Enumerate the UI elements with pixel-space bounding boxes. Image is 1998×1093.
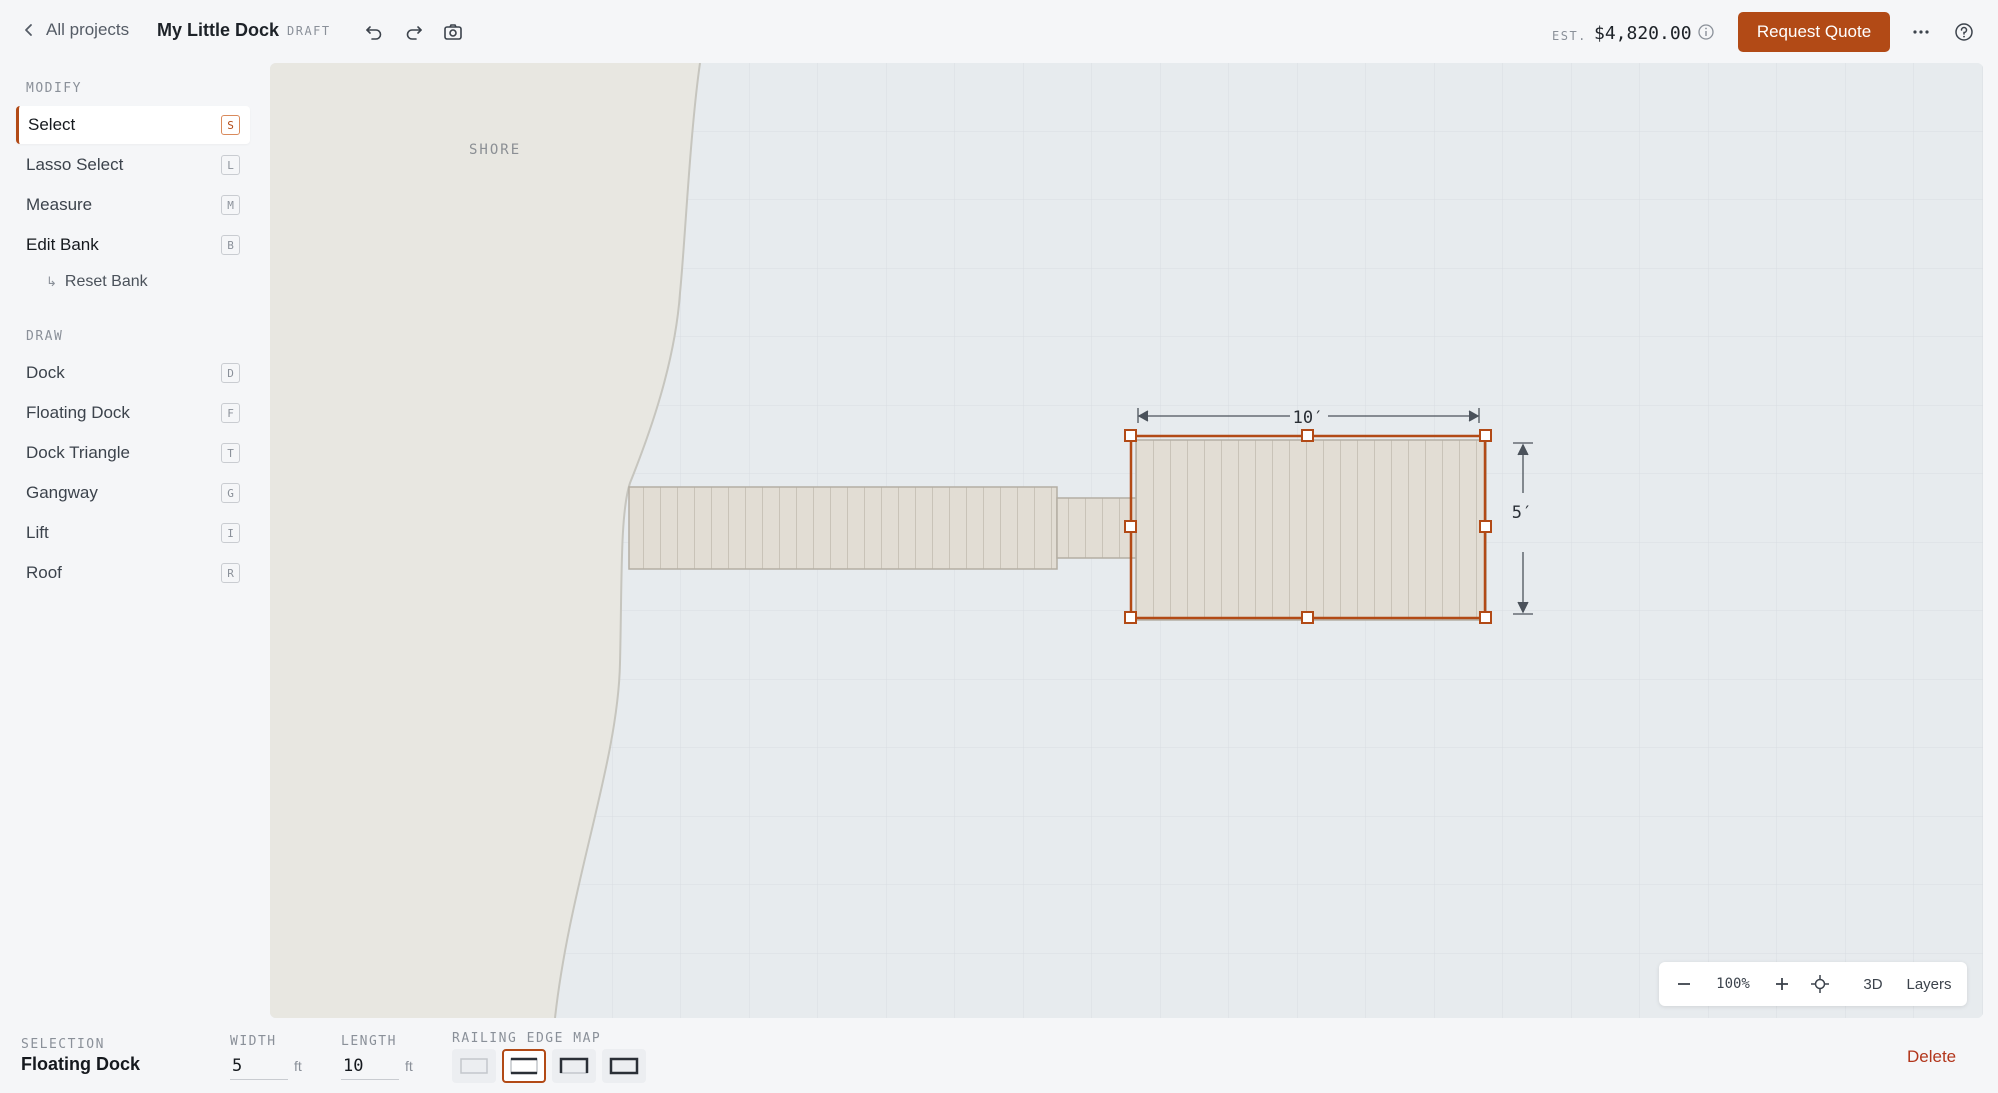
draw-section-label: DRAW (26, 329, 64, 344)
status-badge: DRAFT (287, 24, 331, 38)
tool-lasso-select[interactable]: Lasso Select L (16, 146, 250, 184)
railing-none-icon (460, 1058, 488, 1074)
all-projects-link[interactable]: All projects (22, 20, 129, 40)
railing-top-bottom-button[interactable] (502, 1049, 546, 1083)
width-label: WIDTH (230, 1034, 277, 1049)
resize-handle[interactable] (1301, 611, 1314, 624)
shortcut-key: M (221, 195, 240, 215)
railing-edge-map-label: RAILING EDGE MAP (452, 1031, 602, 1046)
zoom-out-button[interactable] (1669, 962, 1699, 1006)
shore-label: SHORE (469, 142, 522, 158)
minus-icon (1678, 983, 1690, 985)
canvas-drawing[interactable]: 10′ 5′ (270, 63, 1983, 1018)
tool-lift[interactable]: Lift I (16, 514, 250, 552)
tool-label: Floating Dock (26, 403, 130, 422)
railing-top-bottom-icon (510, 1057, 538, 1075)
selection-label: SELECTION (21, 1037, 105, 1052)
length-unit: ft (405, 1058, 413, 1074)
undo-icon (366, 26, 382, 40)
tool-select[interactable]: Select S (16, 106, 250, 144)
railing-three-sides-icon (559, 1057, 589, 1074)
top-bar: All projects My Little Dock DRAFT EST. $… (0, 0, 1998, 63)
more-options-icon[interactable] (1908, 22, 1934, 42)
tool-label: Measure (26, 195, 93, 214)
reset-bank-label: Reset Bank (64, 273, 148, 290)
zoom-in-button[interactable] (1767, 962, 1797, 1006)
resize-handle[interactable] (1301, 429, 1314, 442)
delete-button[interactable]: Delete (1907, 1047, 1956, 1067)
tool-label: Edit Bank (26, 235, 99, 254)
tool-roof[interactable]: Roof R (16, 554, 250, 592)
shortcut-key: G (221, 483, 240, 503)
railing-three-sides-button[interactable] (552, 1049, 596, 1083)
shortcut-key: T (221, 443, 240, 463)
tool-measure[interactable]: Measure M (16, 186, 250, 224)
shortcut-key: F (221, 403, 240, 423)
resize-handle[interactable] (1479, 520, 1492, 533)
tool-label: Lift (26, 523, 49, 542)
shortcut-key: I (221, 523, 240, 543)
tool-edit-bank[interactable]: Edit Bank B (16, 226, 250, 264)
fixed-dock[interactable] (628, 486, 1058, 570)
undo-button[interactable] (362, 20, 386, 44)
resize-handle[interactable] (1479, 429, 1492, 442)
resize-handle[interactable] (1479, 611, 1492, 624)
tool-sidebar: MODIFY Select S Lasso Select L Measure M… (0, 63, 268, 1018)
shortcut-key: B (221, 235, 240, 255)
length-label: LENGTH (341, 1034, 397, 1049)
project-title[interactable]: My Little Dock (157, 20, 279, 41)
tool-label: Gangway (26, 483, 98, 502)
tool-gangway[interactable]: Gangway G (16, 474, 250, 512)
modify-section-label: MODIFY (26, 81, 82, 96)
railing-all-sides-button[interactable] (602, 1049, 646, 1083)
all-projects-label: All projects (46, 20, 130, 39)
width-field[interactable]: 5 (230, 1052, 288, 1080)
railing-none-button[interactable] (452, 1049, 496, 1083)
resize-handle[interactable] (1124, 611, 1137, 624)
height-dimension-label: 5′ (1512, 503, 1532, 523)
resize-handle[interactable] (1124, 520, 1137, 533)
selection-value: Floating Dock (21, 1054, 141, 1074)
shortcut-key: R (221, 563, 240, 583)
estimate-value: $4,820.00 (1594, 23, 1692, 44)
sub-arrow-icon: ↳ (46, 274, 57, 289)
shortcut-key: L (221, 155, 240, 175)
redo-button[interactable] (402, 20, 426, 44)
tool-dock-triangle[interactable]: Dock Triangle T (16, 434, 250, 472)
tool-dock[interactable]: Dock D (16, 354, 250, 392)
shortcut-key: D (221, 363, 240, 383)
camera-icon (444, 24, 462, 40)
tool-label: Roof (26, 563, 62, 582)
plus-icon (1776, 978, 1788, 990)
tool-label: Select (28, 115, 76, 134)
width-unit: ft (294, 1058, 302, 1074)
recenter-button[interactable] (1804, 962, 1836, 1006)
redo-icon (406, 26, 422, 40)
estimate-label: EST. (1552, 29, 1587, 43)
layers-button[interactable]: Layers (1899, 962, 1959, 1006)
chevron-left-icon (25, 24, 32, 36)
shortcut-key: S (221, 115, 240, 135)
resize-handle[interactable] (1124, 429, 1137, 442)
zoom-level[interactable]: 100% (1703, 962, 1763, 1006)
length-field[interactable]: 10 (341, 1052, 399, 1080)
floating-dock[interactable] (1135, 439, 1487, 621)
reset-bank-item[interactable]: ↳ Reset Bank (46, 273, 148, 291)
request-quote-button[interactable]: Request Quote (1738, 12, 1890, 52)
snapshot-button[interactable] (441, 20, 465, 44)
design-canvas[interactable]: 10′ 5′ SHORE (270, 63, 1983, 1018)
zoom-toolbar: 100% 3D Layers (1659, 962, 1967, 1006)
crosshair-icon (1811, 975, 1829, 993)
tool-label: Dock (26, 363, 65, 382)
tool-label: Lasso Select (26, 155, 124, 174)
help-icon[interactable] (1953, 21, 1975, 43)
properties-bar (0, 1018, 1998, 1093)
info-icon[interactable] (1697, 23, 1715, 41)
tool-label: Dock Triangle (26, 443, 130, 462)
tool-floating-dock[interactable]: Floating Dock F (16, 394, 250, 432)
view-3d-button[interactable]: 3D (1855, 962, 1891, 1006)
railing-all-sides-icon (609, 1057, 639, 1075)
width-dimension-label: 10′ (1293, 408, 1324, 428)
